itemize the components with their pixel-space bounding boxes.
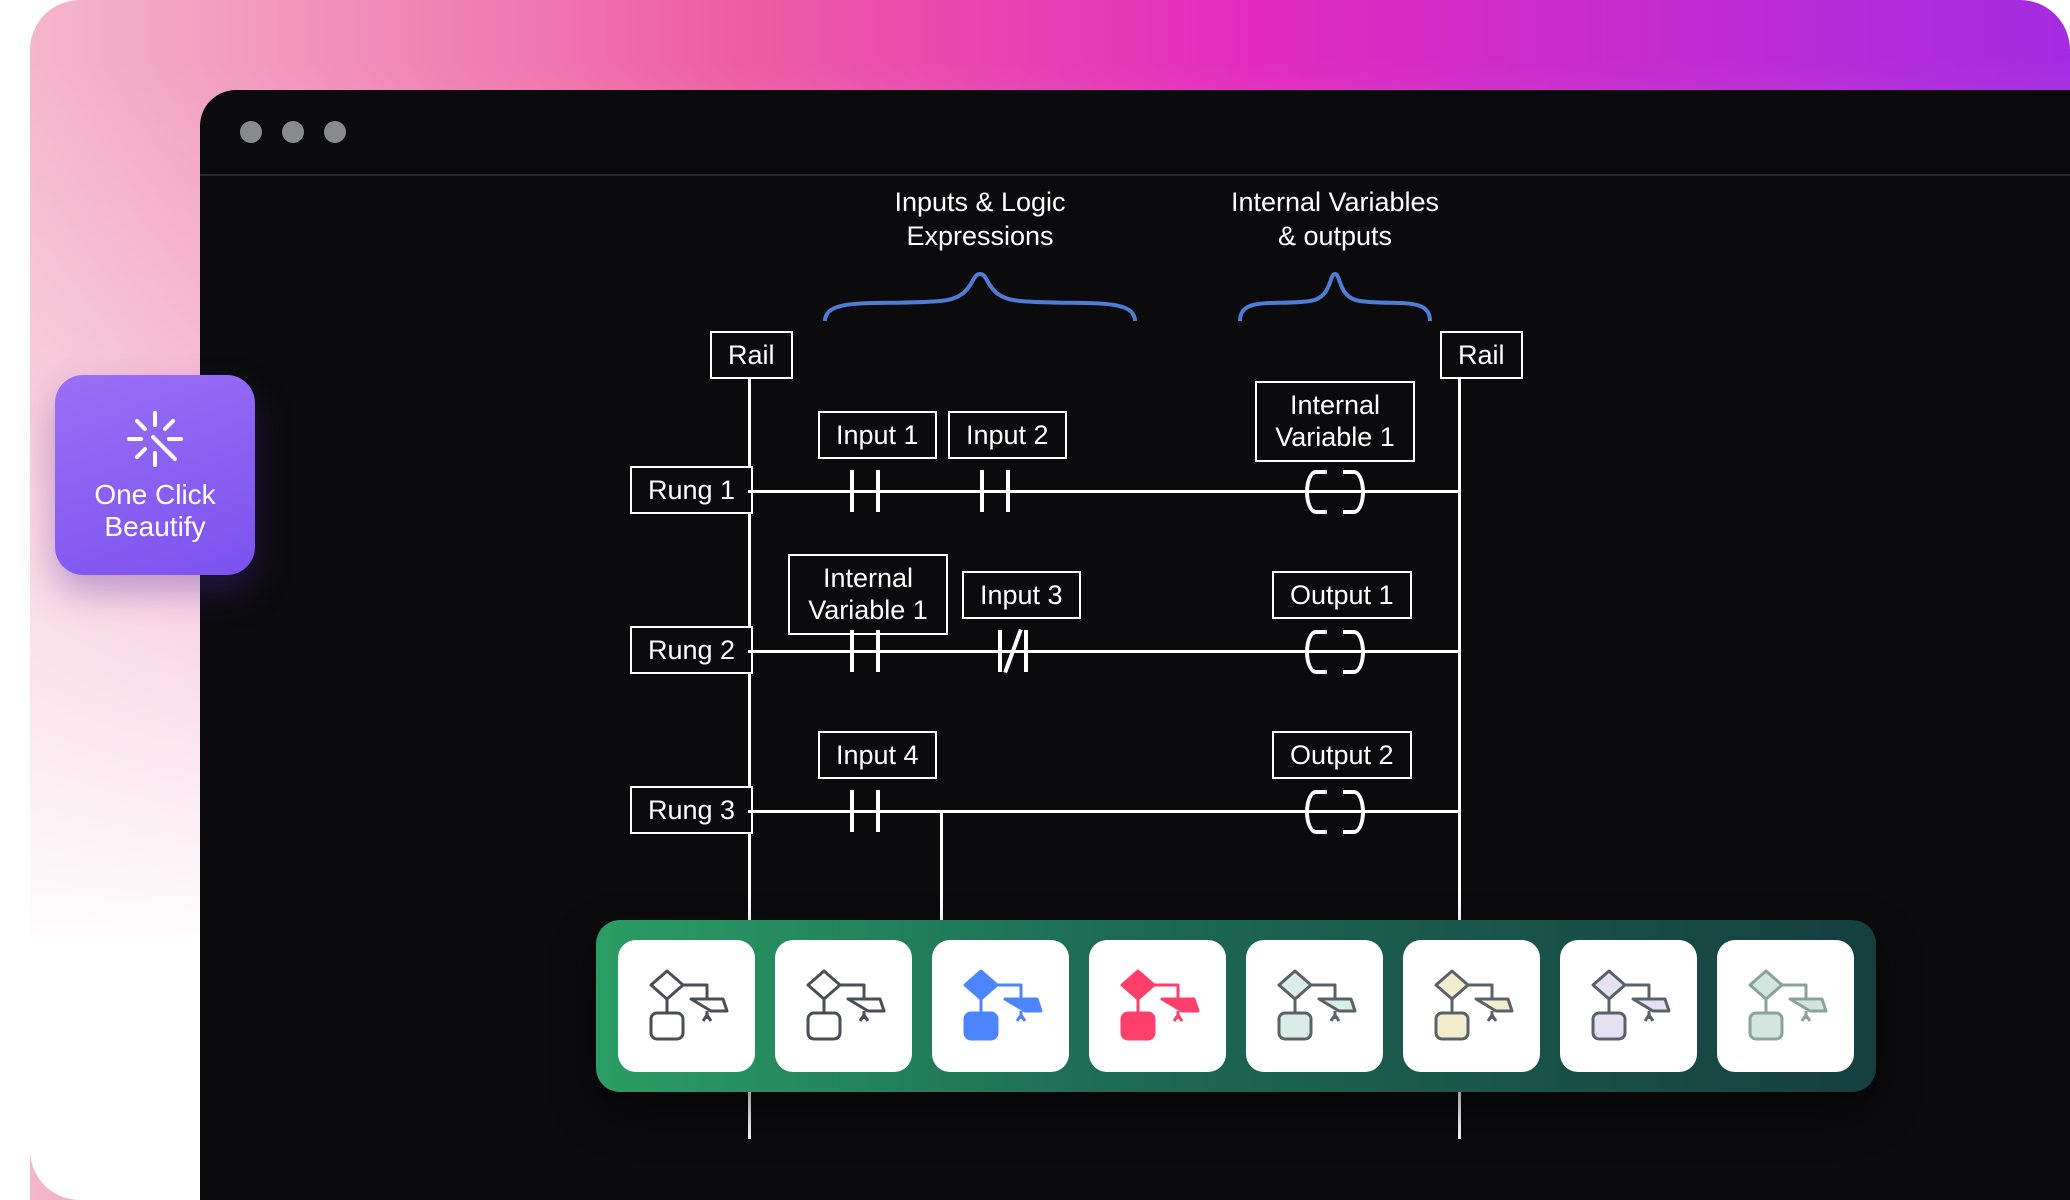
theme-swatch-outline-white-2[interactable] [775,940,912,1072]
header-outputs: Internal Variables& outputs [1185,186,1485,254]
theme-swatch-lilac[interactable] [1560,940,1697,1072]
contact-no-icon[interactable] [840,630,890,672]
brace-icon [1235,266,1435,326]
contact-no-icon[interactable] [970,470,1020,512]
contact-label[interactable]: Input 3 [962,571,1081,619]
window-dot-min-icon[interactable] [282,121,304,143]
contact-nc-icon[interactable] [988,630,1038,672]
rail-left-label[interactable]: Rail [710,331,793,379]
sparkle-icon [123,407,187,471]
rung-label[interactable]: Rung 3 [630,786,753,834]
theme-swatch-mint[interactable] [1246,940,1383,1072]
beautify-button[interactable]: One Click Beautify [55,375,255,575]
theme-swatch-blue[interactable] [932,940,1069,1072]
brace-icon [820,266,1140,326]
coil-label[interactable]: Output 2 [1272,731,1412,779]
contact-no-icon[interactable] [840,470,890,512]
rung-label[interactable]: Rung 2 [630,626,753,674]
contact-label[interactable]: Input 1 [818,411,937,459]
coil-icon[interactable] [1305,470,1365,514]
contact-label[interactable]: Input 4 [818,731,937,779]
theme-swatch-outline-white[interactable] [618,940,755,1072]
beautify-label-1: One Click [94,479,215,511]
rail-right-label[interactable]: Rail [1440,331,1523,379]
header-inputs: Inputs & LogicExpressions [830,186,1130,254]
contact-label[interactable]: Input 2 [948,411,1067,459]
theme-swatch-cream[interactable] [1403,940,1540,1072]
contact-label[interactable]: InternalVariable 1 [788,554,948,635]
theme-tray [596,920,1876,1092]
beautify-label-2: Beautify [94,511,215,543]
coil-label[interactable]: InternalVariable 1 [1255,381,1415,462]
rung-label[interactable]: Rung 1 [630,466,753,514]
coil-label[interactable]: Output 1 [1272,571,1412,619]
window-titlebar [200,90,2070,176]
window-dot-max-icon[interactable] [324,121,346,143]
coil-icon[interactable] [1305,790,1365,834]
theme-swatch-pink[interactable] [1089,940,1226,1072]
contact-no-icon[interactable] [840,790,890,832]
window-dot-close-icon[interactable] [240,121,262,143]
theme-swatch-sage[interactable] [1717,940,1854,1072]
coil-icon[interactable] [1305,630,1365,674]
